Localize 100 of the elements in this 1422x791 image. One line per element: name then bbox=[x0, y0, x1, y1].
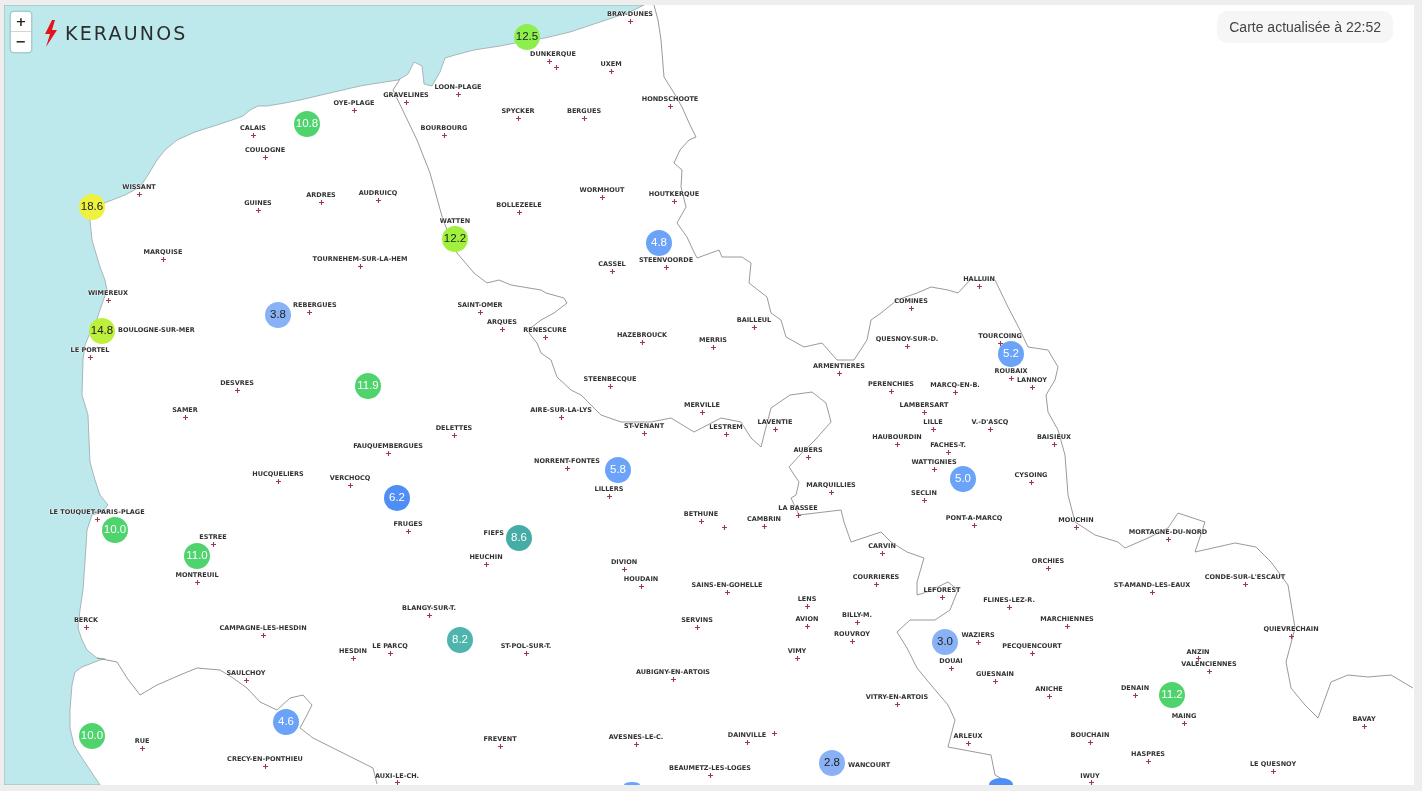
cross-icon bbox=[523, 650, 529, 656]
cross-icon bbox=[1361, 723, 1367, 729]
update-time-label: Carte actualisée à 22:52 bbox=[1217, 11, 1393, 43]
value-marker[interactable]: 12.5 bbox=[514, 24, 540, 50]
value-marker[interactable]: 5.2 bbox=[998, 341, 1024, 367]
cross-icon bbox=[997, 340, 1003, 346]
cross-icon bbox=[243, 677, 249, 683]
cross-icon bbox=[515, 115, 521, 121]
cross-icon bbox=[599, 194, 605, 200]
cross-icon bbox=[558, 414, 564, 420]
cross-icon bbox=[1206, 668, 1212, 674]
cross-icon bbox=[1288, 633, 1294, 639]
cross-icon bbox=[1006, 604, 1012, 610]
cross-icon bbox=[1029, 650, 1035, 656]
cross-icon bbox=[357, 263, 363, 269]
value-marker[interactable]: 10.8 bbox=[294, 111, 320, 137]
cross-icon bbox=[724, 589, 730, 595]
cross-icon bbox=[828, 489, 834, 495]
value-marker[interactable]: 4.6 bbox=[273, 709, 299, 735]
cross-icon bbox=[879, 550, 885, 556]
cross-icon bbox=[1029, 384, 1035, 390]
cross-icon bbox=[710, 344, 716, 350]
cross-icon bbox=[1008, 375, 1014, 381]
value-marker[interactable]: 6.2 bbox=[384, 485, 410, 511]
value-marker[interactable]: 11.9 bbox=[355, 373, 381, 399]
cross-icon bbox=[971, 522, 977, 528]
cross-icon bbox=[975, 639, 981, 645]
cross-icon bbox=[965, 740, 971, 746]
lightning-bolt-icon bbox=[44, 20, 58, 47]
value-marker[interactable]: 10.0 bbox=[102, 517, 128, 543]
value-marker[interactable]: 5.0 bbox=[950, 466, 976, 492]
cross-icon bbox=[670, 676, 676, 682]
value-marker[interactable]: 2.8 bbox=[819, 750, 845, 776]
cross-icon bbox=[698, 518, 704, 524]
cross-icon bbox=[894, 701, 900, 707]
cross-icon bbox=[1087, 739, 1093, 745]
cross-icon bbox=[347, 482, 353, 488]
cross-icon bbox=[849, 638, 855, 644]
value-marker[interactable]: 14.8 bbox=[89, 318, 115, 344]
cross-icon bbox=[721, 524, 727, 530]
cross-icon bbox=[804, 603, 810, 609]
cross-icon bbox=[1132, 692, 1138, 698]
cross-icon bbox=[1028, 479, 1034, 485]
cross-icon bbox=[306, 309, 312, 315]
cross-icon bbox=[939, 594, 945, 600]
zoom-in-button[interactable]: + bbox=[11, 12, 31, 32]
value-marker[interactable] bbox=[989, 778, 1013, 785]
value-marker[interactable]: 3.0 bbox=[932, 629, 958, 655]
cross-icon bbox=[234, 387, 240, 393]
value-marker[interactable]: 4.8 bbox=[646, 230, 672, 256]
cross-icon bbox=[987, 426, 993, 432]
cross-icon bbox=[836, 370, 842, 376]
cross-icon bbox=[1270, 768, 1276, 774]
cross-icon bbox=[262, 154, 268, 160]
cross-icon bbox=[394, 779, 400, 785]
cross-icon bbox=[275, 478, 281, 484]
cross-icon bbox=[607, 383, 613, 389]
value-marker[interactable]: 11.0 bbox=[184, 543, 210, 569]
value-marker[interactable]: 5.8 bbox=[605, 457, 631, 483]
cross-icon bbox=[854, 619, 860, 625]
cross-icon bbox=[160, 256, 166, 262]
value-marker[interactable]: 8.2 bbox=[447, 627, 473, 653]
cross-icon bbox=[772, 426, 778, 432]
cross-icon bbox=[948, 665, 954, 671]
value-marker[interactable]: 12.2 bbox=[442, 226, 468, 252]
cross-icon bbox=[805, 454, 811, 460]
cross-icon bbox=[921, 409, 927, 415]
cross-icon bbox=[318, 199, 324, 205]
cross-icon bbox=[992, 678, 998, 684]
cross-icon bbox=[139, 745, 145, 751]
value-marker[interactable]: 8.6 bbox=[506, 525, 532, 551]
logo-text: KERAUNOS bbox=[65, 24, 188, 43]
cross-icon bbox=[888, 388, 894, 394]
cross-icon bbox=[744, 739, 750, 745]
value-marker[interactable]: 3.8 bbox=[265, 302, 291, 328]
cross-icon bbox=[1242, 581, 1248, 587]
value-marker[interactable] bbox=[623, 782, 641, 785]
cross-icon bbox=[1064, 623, 1070, 629]
cross-icon bbox=[455, 91, 461, 97]
zoom-out-button[interactable]: − bbox=[11, 32, 31, 52]
cross-icon bbox=[894, 441, 900, 447]
cross-icon bbox=[105, 297, 111, 303]
cross-icon bbox=[564, 465, 570, 471]
cross-icon bbox=[1088, 779, 1094, 785]
value-marker[interactable]: 10.0 bbox=[79, 723, 105, 749]
cross-icon bbox=[499, 326, 505, 332]
cross-icon bbox=[260, 632, 266, 638]
cross-icon bbox=[350, 655, 356, 661]
cross-icon bbox=[385, 450, 391, 456]
cross-icon bbox=[976, 283, 982, 289]
value-marker[interactable]: 11.2 bbox=[1159, 682, 1185, 708]
cross-icon bbox=[405, 528, 411, 534]
cross-icon bbox=[1051, 441, 1057, 447]
cross-icon bbox=[387, 650, 393, 656]
cross-icon bbox=[908, 305, 914, 311]
cross-icon bbox=[351, 107, 357, 113]
cross-icon bbox=[441, 132, 447, 138]
cross-icon bbox=[930, 426, 936, 432]
cross-icon bbox=[210, 541, 216, 547]
cross-icon bbox=[873, 581, 879, 587]
